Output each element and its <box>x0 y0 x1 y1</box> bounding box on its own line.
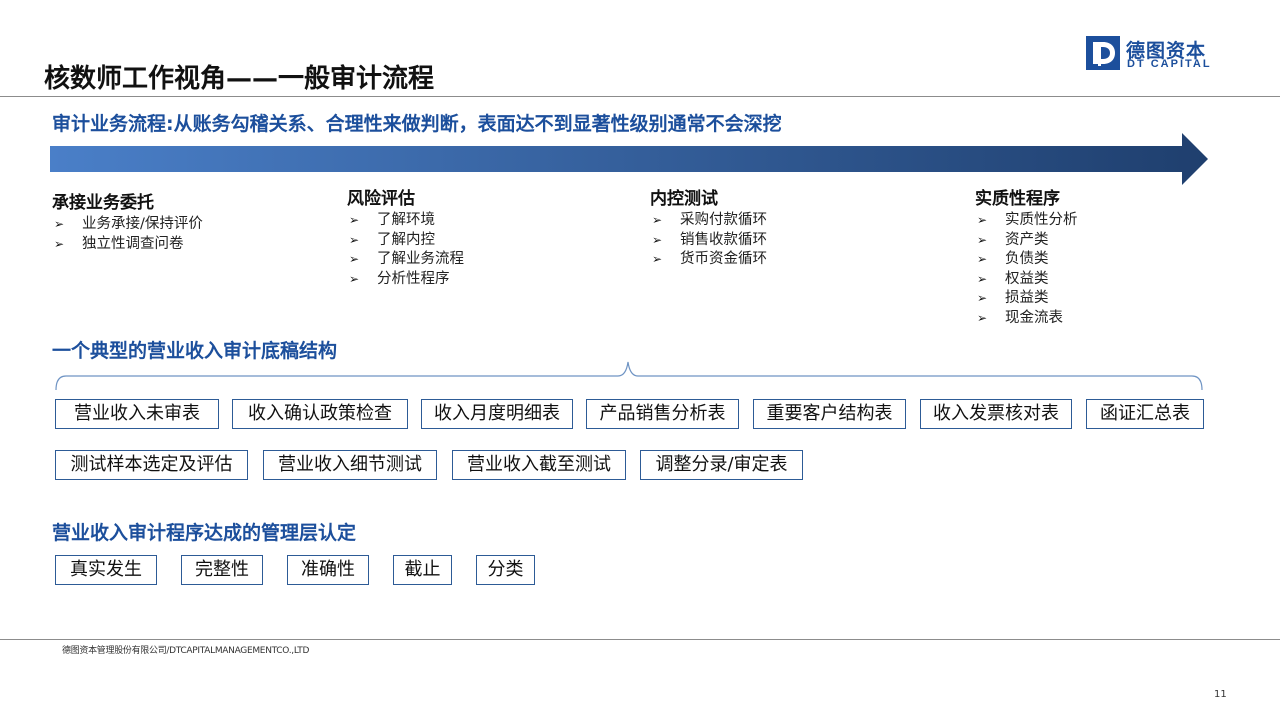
stage-title: 承接业务委托 <box>52 193 154 213</box>
arrow-bullet-icon: ➢ <box>349 232 360 247</box>
list-item: ➢ 了解业务流程 <box>347 250 464 270</box>
stage-substantive-procedures: 实质性程序 ➢ 实质性分析 ➢ 资产类 ➢ 负债类 ➢ 权益类 ➢ 损益类 ➢ 现金流表 <box>975 184 1078 328</box>
grouping-brace <box>55 361 1203 391</box>
list-item: ➢ 销售收款循环 <box>650 231 767 251</box>
stage-title: 实质性程序 <box>975 189 1060 209</box>
arrow-bullet-icon: ➢ <box>977 232 988 247</box>
assertion-box: 准确性 <box>287 555 369 585</box>
arrow-bullet-icon: ➢ <box>652 213 663 227</box>
stage-control-testing: 内控测试 ➢ 采购付款循环 ➢ 销售收款循环 ➢ 货币资金循环 <box>650 184 767 270</box>
page-number: 11 <box>1214 689 1227 700</box>
footer-company: 德图资本管理股份有限公司/DTCAPITALMANAGEMENTCO.,LTD <box>62 646 310 656</box>
stage-engagement: 承接业务委托 ➢ 业务承接/保持评价 ➢ 独立性调查问卷 <box>52 188 203 254</box>
arrow-bullet-icon: ➢ <box>977 213 988 227</box>
workpaper-box: 收入发票核对表 <box>920 399 1072 429</box>
workpaper-box: 调整分录/审定表 <box>640 450 803 480</box>
workpaper-box: 测试样本选定及评估 <box>55 450 248 480</box>
list-item: ➢ 了解环境 <box>347 211 464 231</box>
workpaper-box: 营业收入细节测试 <box>263 450 437 480</box>
logo-name-en: DT CAPITAL <box>1127 58 1212 70</box>
list-item: ➢ 实质性分析 <box>975 211 1078 231</box>
assertion-box: 截止 <box>393 555 452 585</box>
arrow-bullet-icon: ➢ <box>54 236 65 251</box>
assertion-box: 分类 <box>476 555 535 585</box>
dt-logo-icon <box>1086 36 1120 70</box>
arrow-bullet-icon: ➢ <box>54 217 65 231</box>
company-logo: 德图资本 DT CAPITAL <box>1086 36 1216 72</box>
stage-title: 风险评估 <box>347 189 415 209</box>
list-item: ➢ 分析性程序 <box>347 270 464 290</box>
list-item: ➢ 资产类 <box>975 231 1078 251</box>
arrow-bullet-icon: ➢ <box>652 252 663 266</box>
workpaper-box: 产品销售分析表 <box>586 399 739 429</box>
list-item: ➢ 采购付款循环 <box>650 211 767 231</box>
workpaper-box: 营业收入截至测试 <box>452 450 626 480</box>
arrow-bullet-icon: ➢ <box>349 271 360 286</box>
stage-title: 内控测试 <box>650 189 718 209</box>
list-item: ➢ 负债类 <box>975 250 1078 270</box>
slide-title: 核数师工作视角——一般审计流程 <box>44 64 435 94</box>
header-divider <box>0 96 1280 97</box>
list-item: ➢ 了解内控 <box>347 231 464 251</box>
footer-divider <box>0 639 1280 640</box>
list-item: ➢ 损益类 <box>975 289 1078 309</box>
arrow-bullet-icon: ➢ <box>977 271 988 286</box>
list-item: ➢ 货币资金循环 <box>650 250 767 270</box>
arrow-bullet-icon: ➢ <box>349 213 360 227</box>
workpaper-box: 营业收入未审表 <box>55 399 219 429</box>
workpaper-box: 函证汇总表 <box>1086 399 1204 429</box>
assertions-section-title: 营业收入审计程序达成的管理层认定 <box>52 522 357 544</box>
assertion-box: 完整性 <box>181 555 263 585</box>
arrow-bullet-icon: ➢ <box>977 310 988 325</box>
arrow-bullet-icon: ➢ <box>652 232 663 247</box>
assertion-box: 真实发生 <box>55 555 157 585</box>
arrow-bullet-icon: ➢ <box>349 252 360 266</box>
arrow-bullet-icon: ➢ <box>977 291 988 305</box>
list-item: ➢ 权益类 <box>975 270 1078 290</box>
list-item: ➢ 现金流表 <box>975 309 1078 329</box>
stage-risk-assessment: 风险评估 ➢ 了解环境 ➢ 了解内控 ➢ 了解业务流程 ➢ 分析性程序 <box>347 184 464 289</box>
workpaper-box: 重要客户结构表 <box>753 399 906 429</box>
workpaper-box: 收入确认政策检查 <box>232 399 408 429</box>
process-arrow <box>50 133 1208 185</box>
list-item: ➢ 业务承接/保持评价 <box>52 215 203 235</box>
list-item: ➢ 独立性调查问卷 <box>52 235 203 255</box>
workpaper-box: 收入月度明细表 <box>421 399 573 429</box>
arrow-bullet-icon: ➢ <box>977 252 988 266</box>
